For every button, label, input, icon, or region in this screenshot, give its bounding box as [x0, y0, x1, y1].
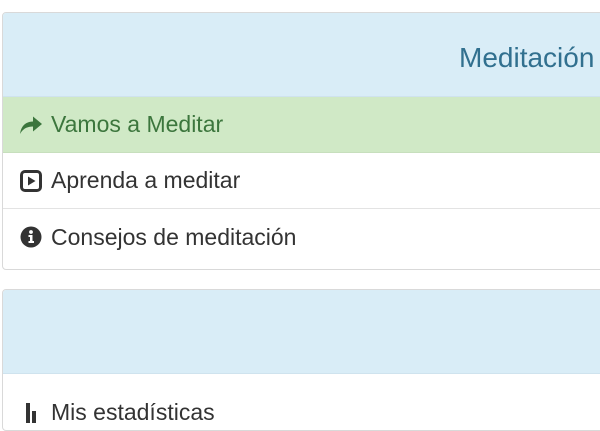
meditation-panel: Meditación Vamos a Meditar Aprenda a med… — [2, 12, 600, 270]
statistics-panel: Mis estadísticas — [2, 289, 600, 431]
list-item-aprenda-a-meditar[interactable]: Aprenda a meditar — [3, 153, 600, 209]
list-item-label: Vamos a Meditar — [51, 111, 224, 137]
list-item-label: Mis estadísticas — [51, 398, 215, 425]
play-square-icon — [18, 168, 44, 194]
panel-title: Meditación — [459, 42, 595, 73]
bar-chart-icon — [18, 399, 44, 425]
list-item-consejos-de-meditacion[interactable]: Consejos de meditación — [3, 209, 600, 265]
list-item-label: Aprenda a meditar — [51, 167, 241, 193]
list-item-mis-estadisticas[interactable]: Mis estadísticas — [3, 374, 600, 426]
info-circle-icon — [18, 224, 44, 250]
list-item-vamos-a-meditar[interactable]: Vamos a Meditar — [3, 97, 600, 153]
share-arrow-icon — [18, 112, 44, 138]
panel-heading: Meditación — [3, 13, 600, 97]
panel-heading — [3, 290, 600, 374]
list-item-label: Consejos de meditación — [51, 223, 297, 250]
